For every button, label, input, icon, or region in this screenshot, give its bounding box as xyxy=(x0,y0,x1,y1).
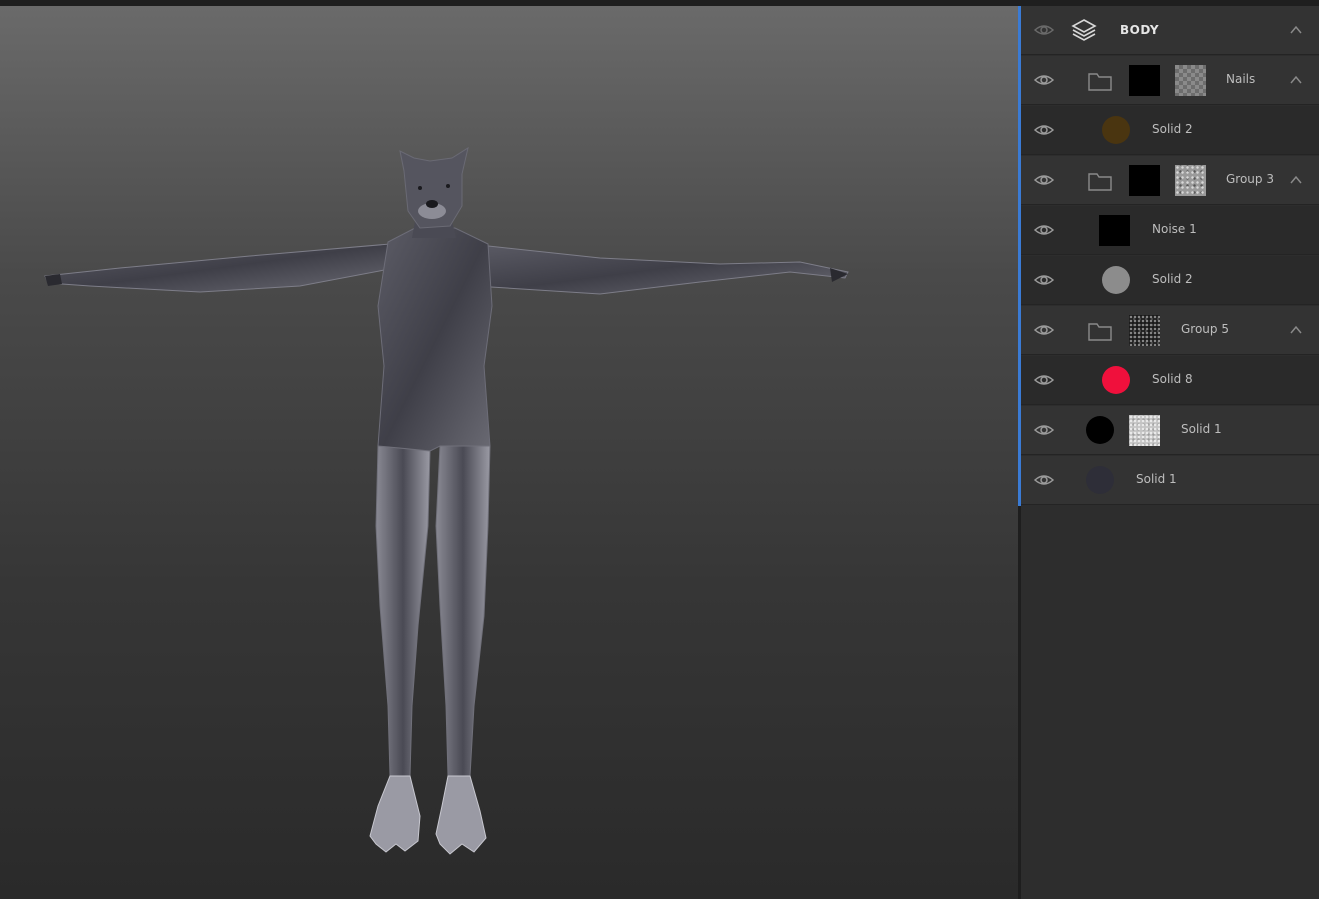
eye-icon[interactable] xyxy=(1033,172,1055,188)
3d-viewport[interactable] xyxy=(0,6,1018,899)
layer-label: Noise 1 xyxy=(1152,222,1197,236)
eye-icon[interactable] xyxy=(1033,222,1055,238)
fill-color-swatch[interactable] xyxy=(1102,266,1130,294)
layer-stack-title: BODY xyxy=(1120,23,1160,37)
layers-icon xyxy=(1071,19,1097,41)
chevron-up-icon[interactable] xyxy=(1289,323,1303,337)
layer-texture-thumbnail[interactable] xyxy=(1129,315,1160,346)
fill-color-swatch[interactable] xyxy=(1086,416,1114,444)
folder-icon xyxy=(1088,73,1112,91)
layer-stack-header[interactable]: BODY xyxy=(1021,6,1319,55)
layer-thumbnail[interactable] xyxy=(1099,215,1130,246)
eye-icon[interactable] xyxy=(1033,472,1055,488)
eye-icon[interactable] xyxy=(1033,372,1055,388)
chevron-up-icon[interactable] xyxy=(1289,73,1303,87)
layer-label: Group 5 xyxy=(1181,322,1229,336)
eye-icon[interactable] xyxy=(1033,422,1055,438)
fill-color-swatch[interactable] xyxy=(1102,366,1130,394)
eye-icon[interactable] xyxy=(1033,72,1055,88)
eye-icon[interactable] xyxy=(1033,22,1055,38)
layer-label: Solid 1 xyxy=(1181,422,1222,436)
chevron-up-icon[interactable] xyxy=(1289,23,1303,37)
layer-row-solid-2[interactable]: Solid 2 xyxy=(1021,106,1319,155)
layer-row-solid-1-base[interactable]: Solid 1 xyxy=(1021,456,1319,505)
layer-mask-thumbnail[interactable] xyxy=(1129,165,1160,196)
layer-row-noise-1[interactable]: Noise 1 xyxy=(1021,206,1319,255)
layer-row-solid-2-gray[interactable]: Solid 2 xyxy=(1021,256,1319,305)
layer-label: Solid 8 xyxy=(1152,372,1193,386)
eye-icon[interactable] xyxy=(1033,272,1055,288)
layer-label: Solid 1 xyxy=(1136,472,1177,486)
character-model xyxy=(44,146,849,855)
layer-texture-thumbnail[interactable] xyxy=(1175,65,1206,96)
layer-mask-thumbnail[interactable] xyxy=(1129,65,1160,96)
layer-label: Group 3 xyxy=(1226,172,1274,186)
eye-icon[interactable] xyxy=(1033,322,1055,338)
layer-row-nails[interactable]: Nails xyxy=(1021,56,1319,105)
layer-row-group-5[interactable]: Group 5 xyxy=(1021,306,1319,355)
fill-color-swatch[interactable] xyxy=(1102,116,1130,144)
layer-texture-thumbnail[interactable] xyxy=(1129,415,1160,446)
chevron-up-icon[interactable] xyxy=(1289,173,1303,187)
layers-panel: BODY Nails Solid 2 Group 3 Noise 1 Solid… xyxy=(1021,6,1319,899)
layer-texture-thumbnail[interactable] xyxy=(1175,165,1206,196)
eye-icon[interactable] xyxy=(1033,122,1055,138)
folder-icon xyxy=(1088,323,1112,341)
folder-icon xyxy=(1088,173,1112,191)
layer-row-solid-8[interactable]: Solid 8 xyxy=(1021,356,1319,405)
layer-row-solid-1[interactable]: Solid 1 xyxy=(1021,406,1319,455)
layer-label: Solid 2 xyxy=(1152,272,1193,286)
layer-label: Nails xyxy=(1226,72,1256,86)
layer-label: Solid 2 xyxy=(1152,122,1193,136)
fill-color-swatch[interactable] xyxy=(1086,466,1114,494)
layer-row-group-3[interactable]: Group 3 xyxy=(1021,156,1319,205)
